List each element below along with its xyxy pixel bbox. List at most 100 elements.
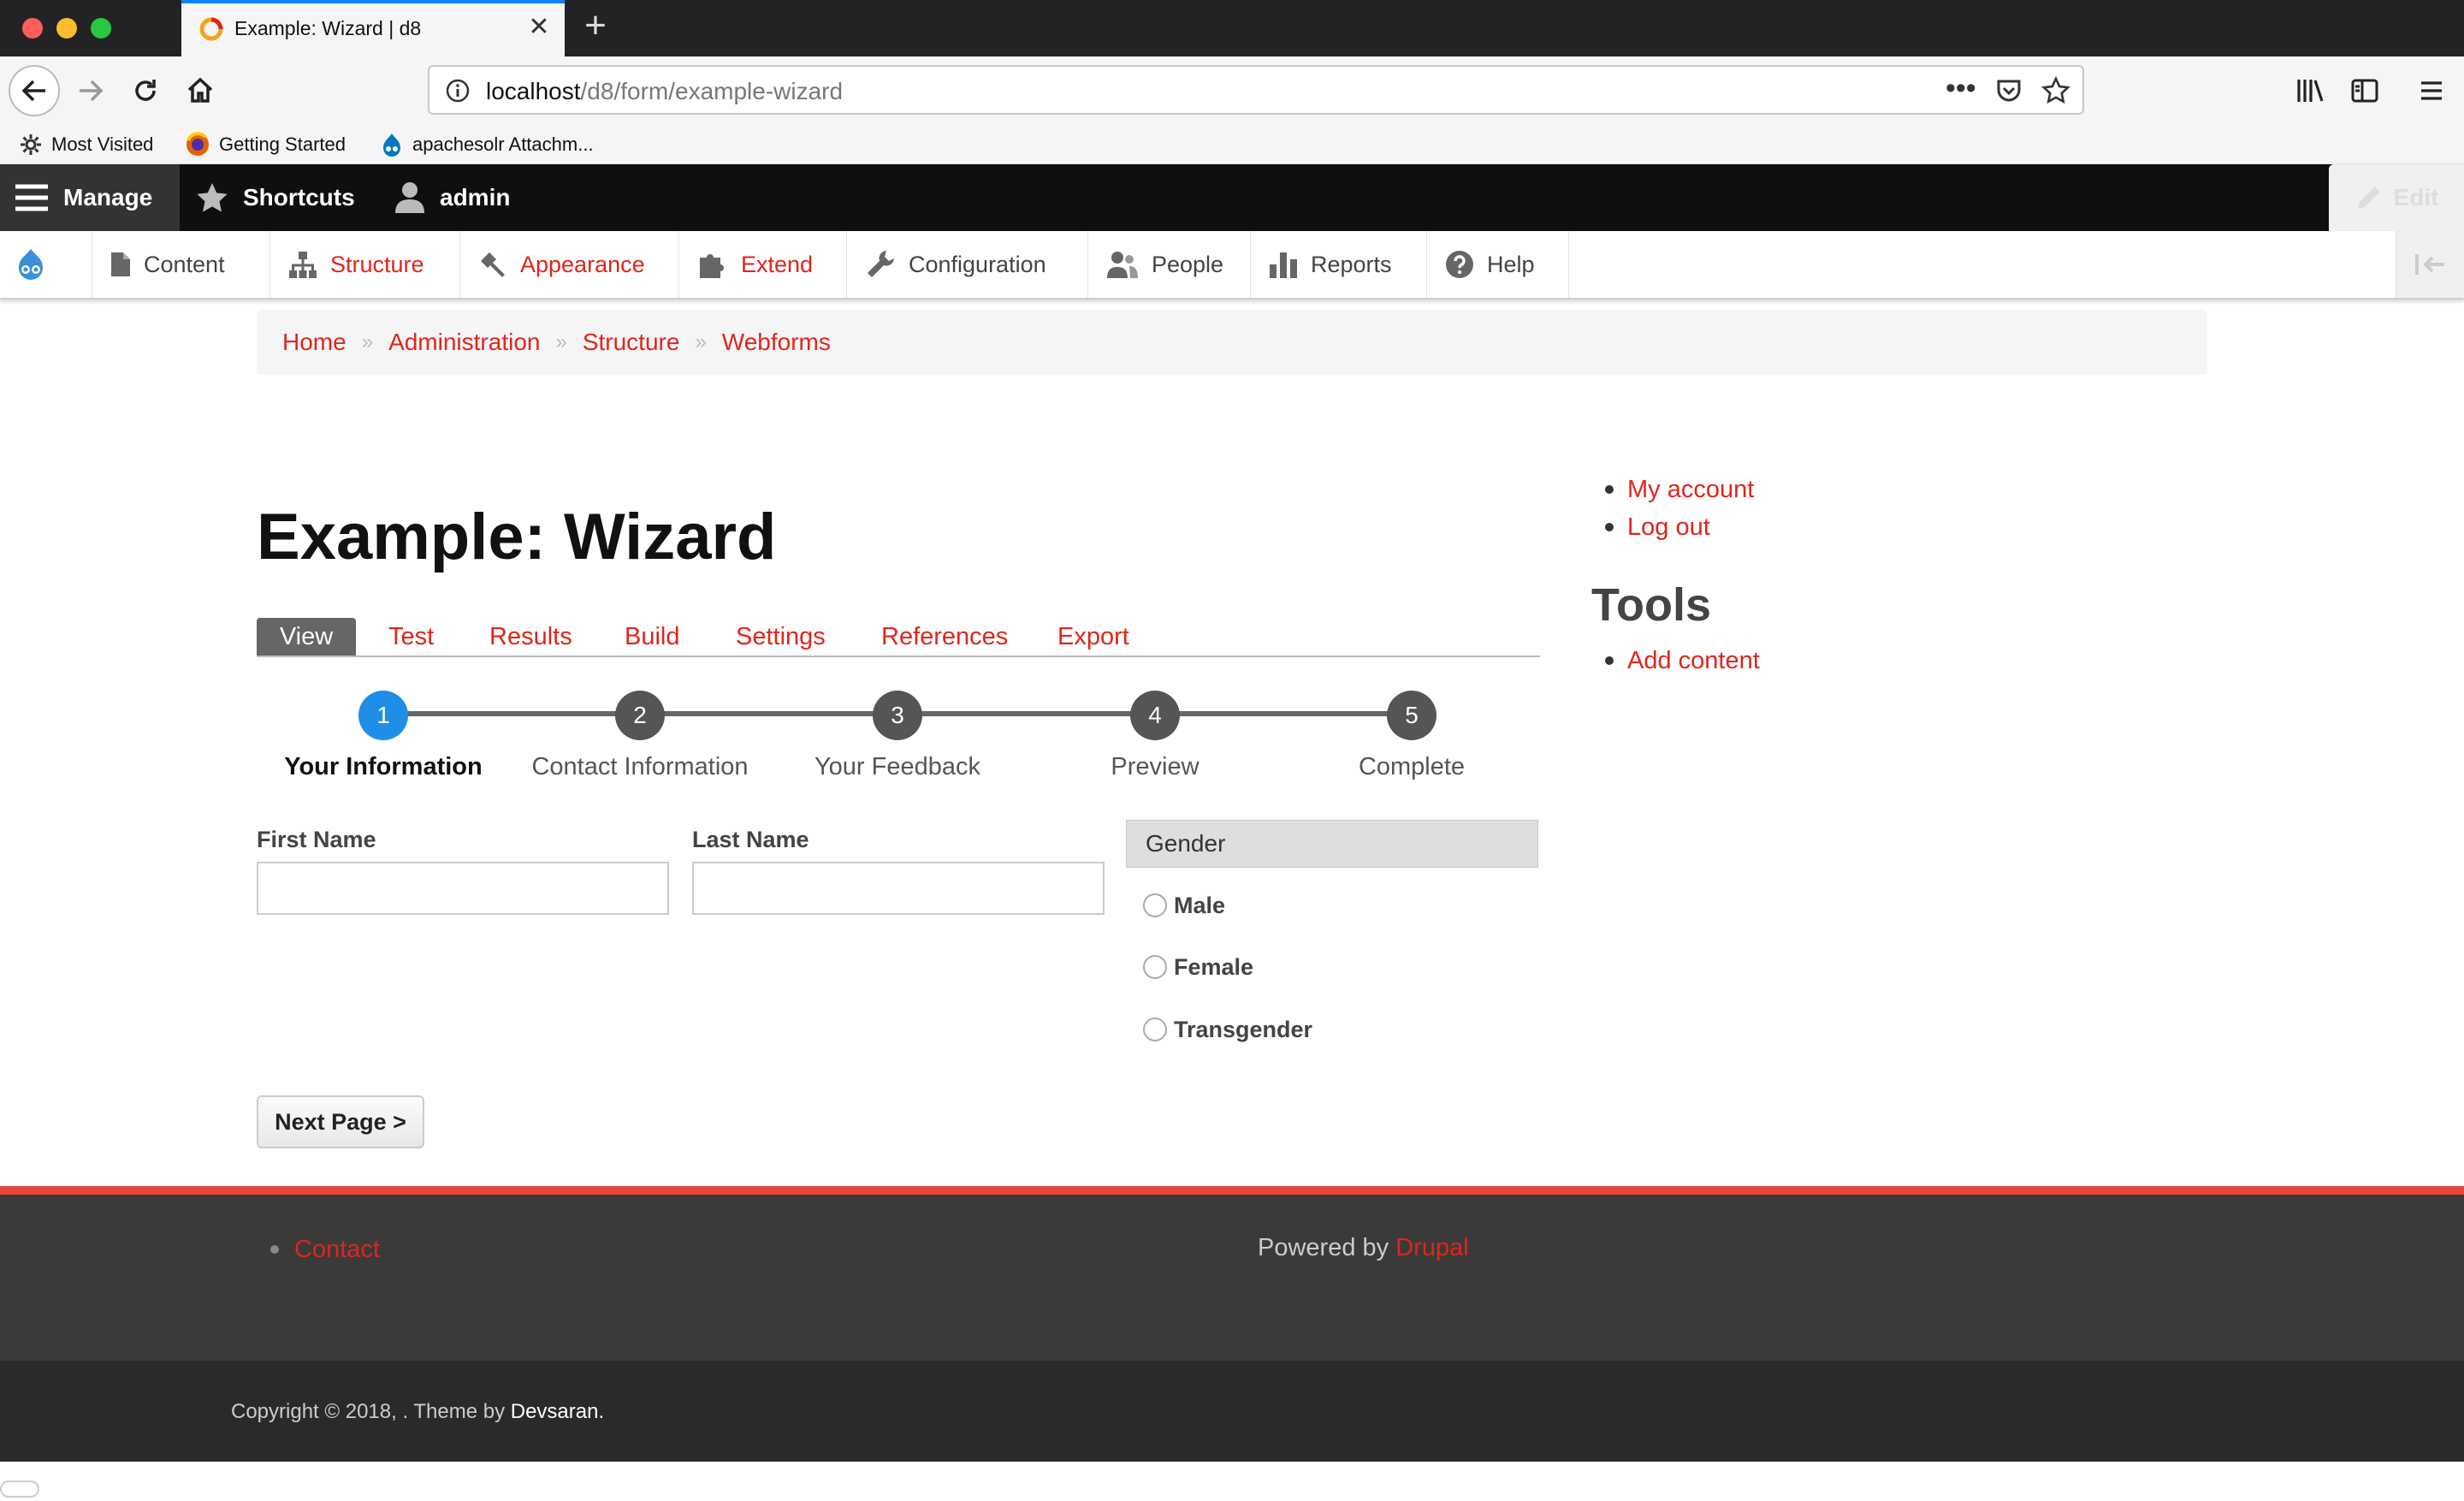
minimize-window-button[interactable] (56, 18, 77, 39)
wizard-step-2-circle: 2 (615, 691, 665, 740)
tray-item-label: Structure (330, 251, 424, 277)
tray-item-help[interactable]: Help (1427, 231, 1569, 298)
drupal-link[interactable]: Drupal (1395, 1234, 1468, 1261)
wizard-step-5-label: Complete (1358, 753, 1466, 780)
wizard-step-3-label: Your Feedback (814, 753, 980, 780)
browser-nav-bar: localhost/d8/form/example-wizard ••• (0, 56, 2464, 125)
library-button[interactable] (2286, 67, 2334, 115)
pocket-icon[interactable] (1995, 78, 2023, 108)
radio-button[interactable] (1143, 1017, 1167, 1041)
radio-button[interactable] (1143, 955, 1167, 979)
next-page-button[interactable]: Next Page > (257, 1095, 424, 1148)
forward-button[interactable] (67, 67, 115, 115)
radio-button[interactable] (1143, 893, 1167, 917)
sidebar-toggle-button[interactable] (2341, 67, 2389, 115)
breadcrumb-separator: » (555, 330, 567, 353)
reload-icon (135, 80, 156, 101)
tab-view[interactable]: View (257, 618, 356, 656)
toolbar-manage[interactable]: Manage (0, 164, 180, 231)
site-favicon-icon (198, 16, 224, 42)
breadcrumb-webforms[interactable]: Webforms (722, 329, 831, 356)
local-tabs: View Test Results Build Settings Referen… (257, 618, 1540, 657)
wizard-step-5-circle: 5 (1387, 691, 1436, 740)
info-icon[interactable] (445, 78, 471, 108)
tray-item-label: People (1152, 251, 1224, 277)
page-title: Example: Wizard (257, 501, 777, 573)
breadcrumb: Home » Administration » Structure » Webf… (257, 310, 2207, 375)
tray-item-appearance[interactable]: Appearance (460, 231, 679, 298)
first-name-input[interactable] (257, 862, 669, 915)
more-actions-icon[interactable]: ••• (1946, 72, 1976, 105)
gender-option-female[interactable]: Female (1143, 950, 1253, 984)
contact-link[interactable]: Contact (294, 1236, 380, 1264)
wizard-step-1-label: Your Information (284, 753, 483, 780)
tab-settings[interactable]: Settings (736, 618, 826, 656)
breadcrumb-administration[interactable]: Administration (388, 329, 540, 356)
theme-author-link[interactable]: Devsaran. (511, 1400, 604, 1423)
gender-option-transgender[interactable]: Transgender (1143, 1012, 1312, 1047)
breadcrumb-home[interactable]: Home (282, 329, 346, 356)
close-window-button[interactable] (22, 18, 43, 39)
tray-item-label: Configuration (909, 251, 1046, 277)
log-out-link[interactable]: Log out (1627, 513, 1710, 542)
tab-test[interactable]: Test (388, 618, 434, 656)
wizard-step-3-circle: 3 (873, 691, 922, 740)
tab-export[interactable]: Export (1057, 618, 1129, 656)
url-text[interactable]: localhost/d8/form/example-wizard (486, 78, 843, 105)
toolbar-user[interactable]: admin (394, 164, 510, 231)
toolbar-edit-button[interactable]: Edit (2329, 164, 2464, 231)
admin-toolbar: Manage Shortcuts admin Edit (0, 164, 2464, 231)
scroll-indicator (0, 1480, 39, 1498)
bookmark-label: Most Visited (51, 133, 154, 155)
reload-button[interactable] (121, 67, 169, 115)
drupal-icon (380, 132, 404, 157)
maximize-window-button[interactable] (91, 18, 111, 39)
collapse-left-icon (2414, 254, 2444, 275)
tray-item-extend[interactable]: Extend (679, 231, 847, 298)
new-tab-button[interactable]: + (575, 7, 616, 48)
gender-option-male[interactable]: Male (1143, 888, 1225, 923)
breadcrumb-structure[interactable]: Structure (583, 329, 680, 356)
tab-results[interactable]: Results (489, 618, 572, 656)
tray-orientation-toggle[interactable] (2396, 231, 2464, 298)
people-icon (1105, 249, 1140, 280)
my-account-link[interactable]: My account (1627, 476, 1754, 504)
add-content-link[interactable]: Add content (1627, 647, 1760, 675)
footer-contact-item: Contact (270, 1232, 380, 1267)
wizard-step-1-circle: 1 (358, 691, 408, 740)
url-bar[interactable]: localhost/d8/form/example-wizard ••• (428, 65, 2084, 115)
tray-item-configuration[interactable]: Configuration (847, 231, 1088, 298)
tray-item-content[interactable]: Content (92, 231, 270, 298)
tab-build[interactable]: Build (625, 618, 680, 656)
bullet (270, 1245, 279, 1254)
bookmark-label: apachesolr Attachm... (412, 133, 594, 155)
tray-item-label: Reports (1311, 251, 1392, 277)
back-button[interactable] (9, 65, 60, 116)
hamburger-icon (14, 182, 50, 213)
bookmark-getting-started[interactable]: Getting Started (185, 130, 346, 159)
drupal-home-link[interactable] (0, 231, 92, 298)
tray-item-label: Extend (741, 251, 814, 277)
bookmark-most-visited[interactable]: Most Visited (19, 130, 153, 159)
home-button[interactable] (176, 67, 224, 115)
tab-title: Example: Wizard | d8 (234, 17, 422, 39)
bookmark-apachesolr[interactable]: apachesolr Attachm... (380, 130, 594, 159)
bookmark-label: Getting Started (219, 133, 346, 155)
tray-item-label: Content (144, 251, 225, 277)
wizard-step-4-label: Preview (1111, 753, 1199, 780)
sidebar-log-out: Log out (1605, 510, 1710, 544)
last-name-input[interactable] (692, 862, 1105, 915)
toolbar-shortcuts[interactable]: Shortcuts (195, 164, 355, 231)
tab-close-icon[interactable]: ✕ (524, 12, 554, 43)
tray-item-structure[interactable]: Structure (270, 231, 460, 298)
tray-item-people[interactable]: People (1088, 231, 1251, 298)
wizard-step-2-label: Contact Information (531, 753, 749, 780)
bookmark-star-icon[interactable] (2041, 75, 2070, 110)
tray-item-reports[interactable]: Reports (1251, 231, 1427, 298)
tab-references[interactable]: References (881, 618, 1008, 656)
menu-button[interactable] (2408, 67, 2455, 115)
user-icon (394, 181, 426, 215)
browser-tab[interactable]: Example: Wizard | d8 ✕ (181, 0, 565, 56)
sitemap-icon (287, 250, 318, 279)
puzzle-icon (696, 249, 729, 280)
